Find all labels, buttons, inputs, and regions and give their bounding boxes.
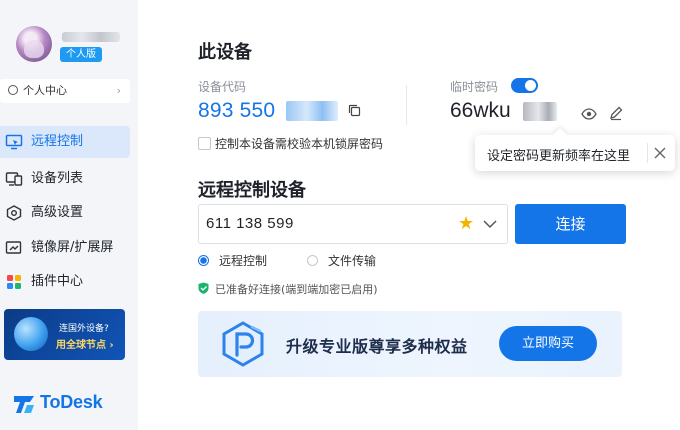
temp-password-blurred <box>523 102 557 121</box>
promo-line-2: 用全球节点 › <box>56 340 114 351</box>
chevron-down-icon[interactable] <box>482 217 498 231</box>
tooltip-divider <box>647 143 648 163</box>
lock-screen-check-checkbox[interactable] <box>198 137 211 150</box>
edit-icon[interactable] <box>608 105 624 121</box>
username-blurred <box>62 32 120 42</box>
connection-status: 已准备好连接(端到端加密已启用) <box>215 283 378 296</box>
hexagon-settings-icon <box>6 205 22 221</box>
plugins-icon <box>7 275 21 289</box>
mode-remote-control-radio[interactable] <box>198 255 209 266</box>
device-code-blurred <box>286 101 338 121</box>
this-device-title: 此设备 <box>198 42 252 63</box>
sidebar-item-remote-control[interactable]: 远程控制 <box>0 126 130 158</box>
remote-device-id-input[interactable]: 611 138 599 ★ <box>198 204 508 244</box>
sidebar-item-advanced-settings[interactable]: 高级设置 <box>0 197 130 229</box>
temp-password-label: 临时密码 <box>450 80 499 94</box>
pro-hexagon-icon <box>222 321 264 367</box>
mode-remote-control-label[interactable]: 远程控制 <box>219 252 267 269</box>
divider <box>406 85 407 125</box>
device-code-label: 设备代码 <box>198 80 247 94</box>
edition-badge: 个人版 <box>60 47 102 62</box>
sidebar-item-device-list[interactable]: 设备列表 <box>0 163 130 195</box>
globe-icon <box>14 317 48 351</box>
buy-now-button[interactable]: 立即购买 <box>499 326 597 361</box>
sidebar-item-label: 插件中心 <box>31 274 84 289</box>
sidebar-item-label: 高级设置 <box>31 205 84 220</box>
mode-file-transfer-label[interactable]: 文件传输 <box>328 252 376 269</box>
monitor-icon <box>5 134 23 150</box>
todesk-logo: ToDesk <box>12 392 122 416</box>
devices-icon <box>5 172 23 186</box>
personal-center-label: 个人中心 <box>23 84 67 97</box>
mode-file-transfer-radio[interactable] <box>307 255 318 266</box>
temp-password-value: 66wku <box>450 99 511 122</box>
logo-text: ToDesk <box>40 392 103 412</box>
promo-line-1: 连国外设备? <box>59 324 109 334</box>
lock-screen-check-label: 控制本设备需校验本机锁屏密码 <box>215 137 384 151</box>
password-frequency-tooltip: 设定密码更新频率在这里 <box>475 135 675 171</box>
avatar[interactable] <box>16 26 52 62</box>
sidebar-item-mirror-screen[interactable]: 镜像屏/扩展屏 <box>0 232 130 264</box>
sidebar-item-plugin-center[interactable]: 插件中心 <box>0 266 130 298</box>
temp-password-toggle[interactable] <box>511 78 538 93</box>
eye-icon[interactable] <box>581 106 597 122</box>
sidebar: 个人版 个人中心 › 远程控制 设备列表 高级设置 镜像屏/扩展屏 插件中心 连… <box>0 0 138 430</box>
upgrade-text: 升级专业版尊享多种权益 <box>286 337 468 356</box>
sidebar-item-label: 镜像屏/扩展屏 <box>31 240 114 255</box>
sidebar-item-label: 设备列表 <box>31 171 84 186</box>
global-nodes-promo[interactable]: 连国外设备? 用全球节点 › <box>4 309 125 360</box>
connect-button[interactable]: 连接 <box>515 204 626 244</box>
mirror-screen-icon <box>5 241 22 254</box>
device-code-value: 893 550 <box>198 99 276 122</box>
user-icon <box>8 85 18 95</box>
star-icon[interactable]: ★ <box>458 213 474 234</box>
tooltip-text: 设定密码更新频率在这里 <box>487 149 631 164</box>
copy-icon[interactable] <box>348 104 361 117</box>
chevron-right-icon: › <box>116 84 121 97</box>
remote-device-id-value[interactable]: 611 138 599 <box>206 215 294 232</box>
shield-check-icon <box>198 282 209 294</box>
upgrade-banner[interactable]: 升级专业版尊享多种权益 立即购买 <box>198 311 622 377</box>
todesk-logo-icon <box>14 396 34 413</box>
close-icon[interactable] <box>651 144 669 162</box>
personal-center-button[interactable]: 个人中心 › <box>0 79 130 103</box>
sidebar-item-label: 远程控制 <box>31 134 84 149</box>
remote-control-title: 远程控制设备 <box>198 180 306 201</box>
